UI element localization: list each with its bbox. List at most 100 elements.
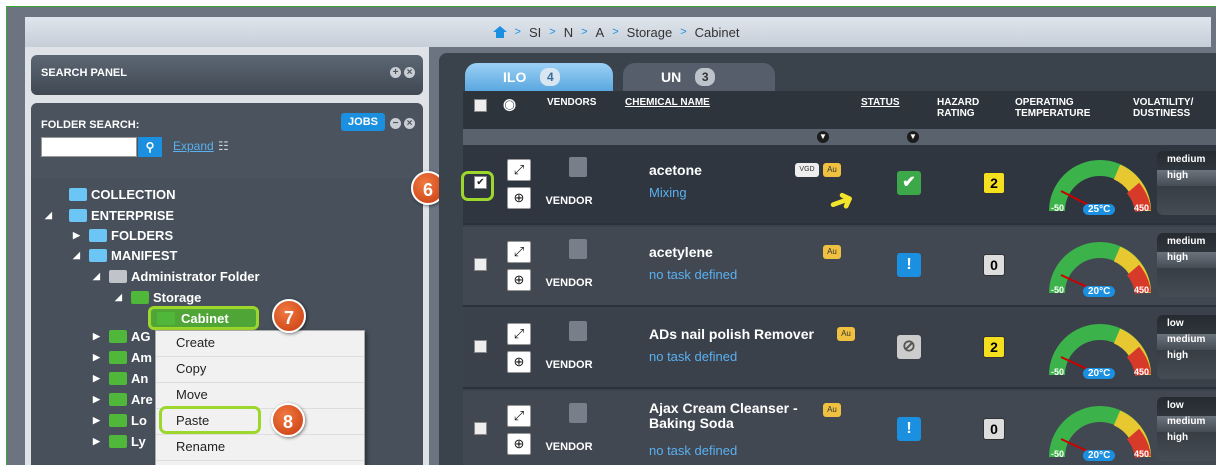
tree-node-cabinet[interactable]: Cabinet <box>148 306 259 330</box>
expand-icon[interactable]: ⤢ <box>507 241 531 263</box>
volatility-option-selected[interactable]: medium <box>1157 416 1216 432</box>
minimize-icon[interactable]: − <box>390 118 401 129</box>
status-warning-icon[interactable]: ! <box>897 417 921 441</box>
menu-item-copy[interactable]: Copy <box>156 357 364 383</box>
vendor-label[interactable]: VENDOR <box>539 359 599 371</box>
col-chemical-name[interactable]: CHEMICAL NAME <box>625 97 710 108</box>
collapse-arrow-icon[interactable]: ◢ <box>45 210 52 221</box>
expand-arrow-icon[interactable]: ▶ <box>93 352 100 363</box>
chemical-name[interactable]: acetylene <box>649 245 829 260</box>
filter-icon[interactable]: ▼ <box>907 131 919 143</box>
vendor-label[interactable]: VENDOR <box>539 277 599 289</box>
collapse-arrow-icon[interactable]: ◢ <box>73 250 80 261</box>
breadcrumb-item[interactable]: SI <box>529 25 541 40</box>
expand-arrow-icon[interactable]: ▶ <box>93 415 100 426</box>
table-row[interactable]: ⤢ ⊕ VENDOR Ajax Cream Cleanser - Baking … <box>463 391 1216 465</box>
volatility-option[interactable]: low <box>1167 318 1216 334</box>
breadcrumb-item[interactable]: N <box>564 25 573 40</box>
menu-item-create[interactable]: Create <box>156 331 364 357</box>
col-vendors[interactable]: VENDORS <box>547 97 596 108</box>
volatility-selector[interactable]: medium high <box>1157 233 1216 297</box>
collapse-arrow-icon[interactable]: ◢ <box>115 292 122 303</box>
task-label[interactable]: no task defined <box>649 349 737 364</box>
close-icon[interactable]: × <box>404 118 415 129</box>
status-ok-icon[interactable]: ✔ <box>897 171 921 195</box>
expand-arrow-icon[interactable]: ▶ <box>93 436 100 447</box>
expand-link[interactable]: Expand <box>173 139 214 153</box>
vendor-label[interactable]: VENDOR <box>539 195 599 207</box>
status-blocked-icon[interactable]: ⊘ <box>897 335 921 359</box>
table-row[interactable]: ⤢ ⊕ VENDOR ADs nail polish Remover Au no… <box>463 309 1216 389</box>
tree-node-collection[interactable]: COLLECTION <box>69 185 176 203</box>
au-badge: Au <box>837 327 855 341</box>
row-checkbox[interactable] <box>474 258 487 271</box>
hazard-rating-badge: 2 <box>983 172 1005 194</box>
folder-search-input[interactable] <box>41 137 137 157</box>
expand-icon[interactable]: ⤢ <box>507 159 531 181</box>
volatility-option[interactable]: high <box>1167 350 1216 366</box>
expand-icon[interactable]: ⤢ <box>507 405 531 427</box>
breadcrumb-item[interactable]: A <box>596 25 605 40</box>
volatility-option[interactable]: high <box>1167 432 1216 448</box>
tab-un[interactable]: UN 3 <box>623 63 775 91</box>
volatility-option-selected[interactable]: high <box>1157 252 1216 268</box>
row-checkbox[interactable] <box>474 340 487 353</box>
collapse-arrow-icon[interactable]: ◢ <box>93 271 100 282</box>
task-label[interactable]: no task defined <box>649 267 737 282</box>
volatility-selector[interactable]: medium high <box>1157 151 1216 215</box>
expand-arrow-icon[interactable]: ▶ <box>73 230 80 241</box>
select-all-checkbox[interactable] <box>474 99 487 112</box>
jobs-button[interactable]: JOBS <box>341 113 385 131</box>
tree-node-manifest[interactable]: MANIFEST <box>89 246 177 264</box>
col-operating-temperature[interactable]: OPERATING TEMPERATURE <box>1015 97 1115 119</box>
search-icon[interactable]: ⚲ <box>138 137 162 157</box>
vendor-label[interactable]: VENDOR <box>539 441 599 453</box>
volatility-option[interactable]: medium <box>1167 154 1216 170</box>
volatility-option[interactable]: low <box>1167 400 1216 416</box>
volatility-option[interactable]: medium <box>1167 236 1216 252</box>
tree-node-an[interactable]: An <box>109 369 148 387</box>
tab-ilo[interactable]: ILO 4 <box>465 63 613 91</box>
volatility-option-selected[interactable]: high <box>1157 170 1216 186</box>
tree-node-lo[interactable]: Lo <box>109 411 147 429</box>
crosshair-icon[interactable]: ⊕ <box>507 351 531 373</box>
status-warning-icon[interactable]: ! <box>897 253 921 277</box>
col-volatility[interactable]: VOLATILITY/ DUSTINESS <box>1133 97 1213 119</box>
close-icon[interactable]: × <box>404 67 415 78</box>
expand-arrow-icon[interactable]: ▶ <box>93 373 100 384</box>
chemical-name[interactable]: ADs nail polish Remover <box>649 327 849 342</box>
crosshair-icon[interactable]: ⊕ <box>507 433 531 455</box>
task-label[interactable]: no task defined <box>649 443 737 458</box>
menu-item-rename[interactable]: Rename <box>156 435 364 461</box>
table-row[interactable]: ⤢ ⊕ VENDOR acetylene Au no task defined … <box>463 227 1216 307</box>
volatility-selector[interactable]: low medium high <box>1157 397 1216 461</box>
chevron-right-icon: > <box>549 26 556 38</box>
volatility-option-selected[interactable]: medium <box>1157 334 1216 350</box>
tree-node-are[interactable]: Are <box>109 390 153 408</box>
chemical-name[interactable]: Ajax Cream Cleanser - Baking Soda <box>649 401 829 431</box>
tree-node-am[interactable]: Am <box>109 348 152 366</box>
expand-icon[interactable]: ⤢ <box>507 323 531 345</box>
tree-toggle-icon[interactable]: ☷ <box>218 139 229 153</box>
tree-node-ly[interactable]: Ly <box>109 432 146 450</box>
tree-node-ag[interactable]: AG <box>109 327 151 345</box>
tree-node-folders[interactable]: FOLDERS <box>89 226 173 244</box>
tree-node-admin-folder[interactable]: Administrator Folder <box>109 267 260 285</box>
task-label[interactable]: Mixing <box>649 185 687 200</box>
search-panel-header[interactable]: SEARCH PANEL + × <box>31 55 423 95</box>
expand-arrow-icon[interactable]: ▶ <box>93 394 100 405</box>
crosshair-icon[interactable]: ⊕ <box>507 187 531 209</box>
row-checkbox[interactable] <box>474 422 487 435</box>
volatility-selector[interactable]: low medium high <box>1157 315 1216 379</box>
tree-node-storage[interactable]: Storage <box>131 288 201 306</box>
filter-icon[interactable]: ▼ <box>817 131 829 143</box>
col-hazard-rating[interactable]: HAZARD RATING <box>937 97 997 119</box>
col-status[interactable]: STATUS <box>861 97 900 108</box>
eye-icon[interactable]: ◉ <box>503 97 516 112</box>
breadcrumb-item[interactable]: Storage <box>627 25 673 40</box>
expand-arrow-icon[interactable]: ▶ <box>93 331 100 342</box>
crosshair-icon[interactable]: ⊕ <box>507 269 531 291</box>
add-icon[interactable]: + <box>390 67 401 78</box>
tree-node-enterprise[interactable]: ENTERPRISE <box>69 206 174 224</box>
home-icon[interactable] <box>492 26 507 38</box>
